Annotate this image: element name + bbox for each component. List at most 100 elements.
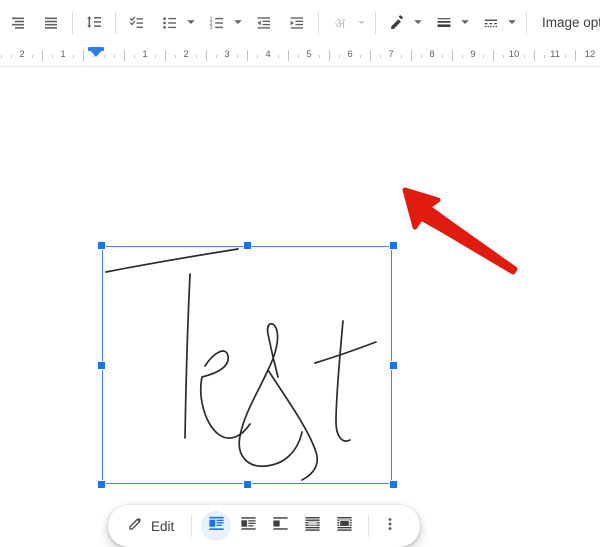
ruler-number: 3 — [224, 49, 230, 60]
bulleted-list-button[interactable] — [156, 9, 184, 37]
border-color-dropdown[interactable] — [411, 9, 425, 37]
wrap-option-inline[interactable] — [201, 511, 232, 541]
resize-handle-bottom-right[interactable] — [389, 480, 398, 489]
ruler-number: 2 — [183, 49, 189, 60]
line-spacing-button[interactable] — [80, 9, 108, 37]
resize-handle-top-right[interactable] — [389, 241, 398, 250]
wrap-text-icon — [239, 514, 258, 538]
ruler-tick — [483, 55, 484, 58]
resize-handle-top-left[interactable] — [97, 241, 106, 250]
ruler-tick — [421, 55, 422, 58]
ruler-number: 2 — [19, 49, 25, 60]
ruler-tick — [329, 50, 330, 61]
in-front-of-text-icon — [335, 514, 354, 538]
ruler-tick — [247, 50, 248, 61]
wrap-option-in-front-of-text[interactable] — [329, 511, 359, 541]
ruler-tick — [452, 50, 453, 61]
ruler-tick — [155, 55, 156, 58]
ruler-number: 7 — [388, 49, 394, 60]
ruler-tick — [32, 55, 33, 58]
wrap-option-behind-text[interactable] — [297, 511, 327, 541]
selected-image[interactable] — [97, 241, 398, 489]
ruler-tick — [237, 55, 238, 58]
toolbar-separator-4 — [375, 11, 376, 34]
wrap-option-wrap-text[interactable] — [233, 511, 263, 541]
ruler-tick — [206, 50, 207, 61]
align-justify-icon — [42, 14, 60, 32]
ruler-tick — [83, 50, 84, 61]
ruler-tick — [298, 55, 299, 58]
numbered-list-button[interactable]: 1 2 3 — [203, 9, 231, 37]
chevron-down-icon — [186, 14, 196, 32]
ruler-tick — [52, 55, 53, 58]
edit-image-button[interactable]: Edit — [118, 511, 183, 541]
resize-handle-middle-right[interactable] — [389, 361, 398, 370]
ruler-tick — [575, 50, 576, 61]
decrease-indent-button[interactable] — [250, 9, 278, 37]
align-right-button[interactable] — [4, 9, 32, 37]
border-color-button[interactable] — [383, 9, 411, 37]
bulleted-list-dropdown[interactable] — [184, 9, 198, 37]
chevron-down-icon — [233, 14, 243, 32]
ruler-tick — [544, 55, 545, 58]
image-action-toolbar: Edit — [108, 505, 420, 547]
ruler-number: 10 — [508, 49, 520, 60]
border-weight-button[interactable] — [430, 9, 458, 37]
ruler-tick — [196, 55, 197, 58]
chevron-down-icon — [507, 14, 517, 32]
ruler-tick — [134, 55, 135, 58]
ruler-number: 1 — [60, 49, 66, 60]
align-right-icon — [9, 14, 27, 32]
ruler-tick — [278, 55, 279, 58]
ruler-tick — [288, 50, 289, 61]
border-dash-button[interactable] — [477, 9, 505, 37]
wrap-option-break-text[interactable] — [265, 511, 295, 541]
ruler-number: 12 — [584, 49, 596, 60]
left-indent-marker[interactable] — [88, 48, 104, 57]
checklist-button[interactable] — [123, 9, 151, 37]
ruler-tick — [1, 55, 2, 58]
image-options-button[interactable]: Image options — [534, 15, 600, 30]
all-image-options-button[interactable] — [377, 511, 403, 541]
chevron-down-icon — [357, 14, 366, 32]
svg-text:3: 3 — [210, 25, 213, 31]
ruler-tick — [104, 55, 105, 58]
increase-indent-button[interactable] — [283, 9, 311, 37]
pencil-icon — [388, 14, 406, 32]
ruler-tick — [257, 55, 258, 58]
ruler-number: 9 — [470, 49, 476, 60]
chevron-down-icon — [460, 14, 470, 32]
ruler-tick — [462, 55, 463, 58]
decrease-indent-icon — [255, 14, 273, 32]
clear-formatting-button[interactable]: अ — [326, 9, 354, 37]
document-page: Edit — [0, 68, 600, 547]
resize-handle-bottom-left[interactable] — [97, 480, 106, 489]
ruler-number: 1 — [142, 49, 148, 60]
resize-handle-middle-left[interactable] — [97, 361, 106, 370]
horizontal-ruler[interactable]: 2 1 1 2 3 4 5 6 7 8 9 10 11 12 — [0, 45, 600, 67]
toolbar-separator-2 — [115, 11, 116, 34]
ruler-tick — [42, 50, 43, 61]
numbered-list-dropdown[interactable] — [231, 9, 245, 37]
ruler-tick — [503, 55, 504, 58]
toolbar-separator-1 — [72, 11, 73, 34]
ruler-tick — [534, 50, 535, 61]
ruler-tick — [339, 55, 340, 58]
clear-formatting-dropdown[interactable] — [354, 9, 368, 37]
toolbar-separator-5 — [526, 11, 527, 34]
ruler-number: 5 — [306, 49, 312, 60]
image-toolbar-separator-1 — [191, 515, 193, 537]
formatting-toolbar: 1 2 3 अ Image op — [0, 0, 600, 45]
ruler-tick — [524, 55, 525, 58]
ruler-tick — [11, 55, 12, 58]
chevron-down-icon — [413, 14, 423, 32]
increase-indent-icon — [288, 14, 306, 32]
resize-handle-bottom-center[interactable] — [243, 480, 252, 489]
ruler-tick — [165, 50, 166, 61]
resize-handle-top-center[interactable] — [243, 241, 252, 250]
align-justify-button[interactable] — [37, 9, 65, 37]
ruler-tick — [565, 55, 566, 58]
border-weight-dropdown[interactable] — [458, 9, 472, 37]
bulleted-list-icon — [161, 14, 179, 32]
border-dash-dropdown[interactable] — [505, 9, 519, 37]
